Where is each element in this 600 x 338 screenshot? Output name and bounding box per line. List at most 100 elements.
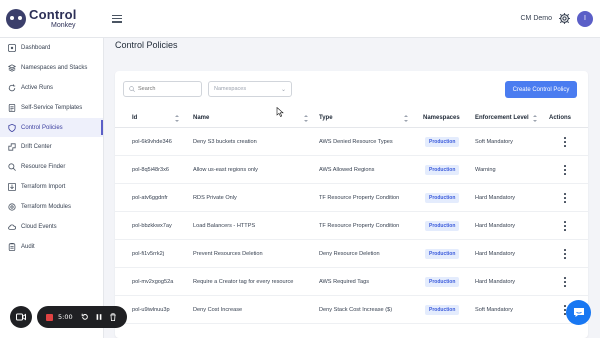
camera-toggle-button[interactable] [10, 306, 32, 328]
chat-icon [573, 308, 584, 317]
table-header: Id Name Type Namespaces Enforcement Leve… [115, 108, 588, 128]
sidebar-item-label: Resource Finder [21, 164, 66, 171]
gear-icon[interactable] [558, 12, 571, 25]
sidebar-item-active-runs[interactable]: Active Runs [0, 78, 103, 98]
mouse-cursor-icon [276, 107, 284, 117]
recording-controls: 5:00 [37, 306, 127, 328]
import-icon [8, 183, 16, 192]
sidebar: Dashboard Namespaces and Stacks Active R… [0, 38, 104, 338]
enforcement-level: Soft Mandatory [475, 307, 513, 313]
shield-icon [8, 123, 16, 132]
enforcement-level: Soft Mandatory [475, 139, 513, 145]
sidebar-item-label: Cloud Events [21, 223, 57, 230]
more-actions-icon[interactable] [562, 277, 568, 287]
policy-name[interactable]: Require a Creator tag for every resource [193, 268, 293, 296]
chat-support-button[interactable] [566, 300, 591, 325]
namespace-badge: Production [425, 137, 460, 147]
sidebar-item-control-policies[interactable]: Control Policies [0, 117, 103, 138]
environment-name: CM Demo [520, 15, 552, 22]
column-header-type[interactable]: Type [319, 108, 333, 128]
restart-icon[interactable] [81, 313, 89, 321]
top-bar: Control Monkey CM Demo I [0, 0, 600, 38]
stop-recording-icon[interactable] [46, 313, 53, 321]
table-row[interactable]: pol-atv6ggdnfr RDS Private Only TF Resou… [115, 184, 588, 212]
sidebar-item-templates[interactable]: Self-Service Templates [0, 98, 103, 118]
policy-name[interactable]: Deny Cost Increase [193, 296, 242, 324]
layers-icon [8, 64, 16, 72]
more-actions-icon[interactable] [562, 193, 568, 203]
camera-icon [16, 313, 26, 321]
more-actions-icon[interactable] [562, 137, 568, 147]
table-row[interactable]: pol-6k9vhde346 Deny S3 buckets creation … [115, 128, 588, 156]
sort-icon[interactable] [175, 115, 179, 122]
enforcement-level: Hard Mandatory [475, 195, 516, 201]
namespace-badge: Production [425, 165, 460, 175]
table-row[interactable]: pol-8q5i48r3x6 Allow us-east regions onl… [115, 156, 588, 184]
cloud-icon [8, 224, 16, 230]
column-header-id[interactable]: Id [132, 108, 137, 128]
modules-icon [8, 203, 16, 211]
sidebar-item-cloud-events[interactable]: Cloud Events [0, 217, 103, 237]
policy-name[interactable]: Prevent Resources Deletion [193, 240, 263, 268]
sidebar-item-namespaces[interactable]: Namespaces and Stacks [0, 58, 103, 78]
screen-recorder: 5:00 [10, 305, 130, 329]
namespace-badge: Production [425, 221, 460, 231]
more-actions-icon[interactable] [562, 165, 568, 175]
drift-icon [8, 143, 16, 151]
policy-id: pol-6k9vhde346 [132, 139, 172, 145]
logo[interactable]: Control Monkey [6, 8, 106, 29]
table-row[interactable]: pol-fi1v5rrk2j Prevent Resources Deletio… [115, 240, 588, 268]
policy-id: pol-atv6ggdnfr [132, 195, 168, 201]
sort-icon[interactable] [533, 115, 537, 122]
sidebar-item-label: Control Policies [21, 124, 63, 131]
policy-id: pol-u9iwlnuu3p [132, 307, 170, 313]
sidebar-item-label: Self-Service Templates [21, 104, 83, 111]
search-input[interactable] [138, 86, 198, 92]
sidebar-item-dashboard[interactable]: Dashboard [0, 38, 103, 58]
policy-type: Deny Stack Cost Increase ($) [319, 307, 393, 313]
menu-toggle-icon[interactable] [112, 14, 122, 23]
sidebar-item-resource-finder[interactable]: Resource Finder [0, 157, 103, 177]
document-icon [8, 103, 16, 112]
policy-id: pol-mv2xgog52a [132, 279, 174, 285]
search-icon [129, 86, 135, 92]
sidebar-item-terraform-import[interactable]: Terraform Import [0, 177, 103, 197]
policy-type: AWS Allowed Regions [319, 167, 375, 173]
sidebar-item-terraform-modules[interactable]: Terraform Modules [0, 197, 103, 217]
column-header-name[interactable]: Name [193, 108, 209, 128]
more-actions-icon[interactable] [562, 221, 568, 231]
policy-type: Deny Resource Deletion [319, 251, 380, 257]
table-row[interactable]: pol-bbzkkwx7ay Load Balancers - HTTPS TF… [115, 212, 588, 240]
trash-icon[interactable] [109, 313, 117, 321]
policy-type: TF Resource Property Condition [319, 195, 400, 201]
create-control-policy-button[interactable]: Create Control Policy [505, 81, 577, 98]
avatar[interactable]: I [577, 10, 593, 27]
policy-name[interactable]: RDS Private Only [193, 184, 237, 212]
pause-icon[interactable] [95, 313, 103, 321]
column-header-namespaces: Namespaces [423, 115, 460, 121]
policy-name[interactable]: Deny S3 buckets creation [193, 128, 257, 156]
policy-id: pol-8q5i48r3x6 [132, 167, 170, 173]
search-box[interactable] [123, 81, 202, 97]
policy-name[interactable]: Load Balancers - HTTPS [193, 212, 255, 240]
more-actions-icon[interactable] [562, 249, 568, 259]
search-icon [8, 163, 16, 172]
recording-timer: 5:00 [58, 313, 73, 321]
namespaces-select[interactable]: Namespaces ⌄ [208, 81, 292, 97]
enforcement-level: Hard Mandatory [475, 251, 516, 257]
policy-id: pol-bbzkkwx7ay [132, 223, 172, 229]
sidebar-item-audit[interactable]: Audit [0, 237, 103, 257]
enforcement-level: Hard Mandatory [475, 223, 516, 229]
sidebar-item-label: Dashboard [21, 44, 51, 51]
logo-subtitle: Monkey [51, 22, 76, 29]
table-row[interactable]: pol-u9iwlnuu3p Deny Cost Increase Deny S… [115, 296, 588, 324]
page-title: Control Policies [115, 40, 178, 50]
sidebar-item-label: Drift Center [21, 144, 52, 151]
sort-icon[interactable] [304, 115, 308, 122]
column-header-enforcement[interactable]: Enforcement Level [475, 108, 529, 128]
policy-type: AWS Required Tags [319, 279, 370, 285]
sidebar-item-drift-center[interactable]: Drift Center [0, 137, 103, 157]
sort-icon[interactable] [404, 115, 408, 122]
table-row[interactable]: pol-mv2xgog52a Require a Creator tag for… [115, 268, 588, 296]
policy-name[interactable]: Allow us-east regions only [193, 156, 258, 184]
